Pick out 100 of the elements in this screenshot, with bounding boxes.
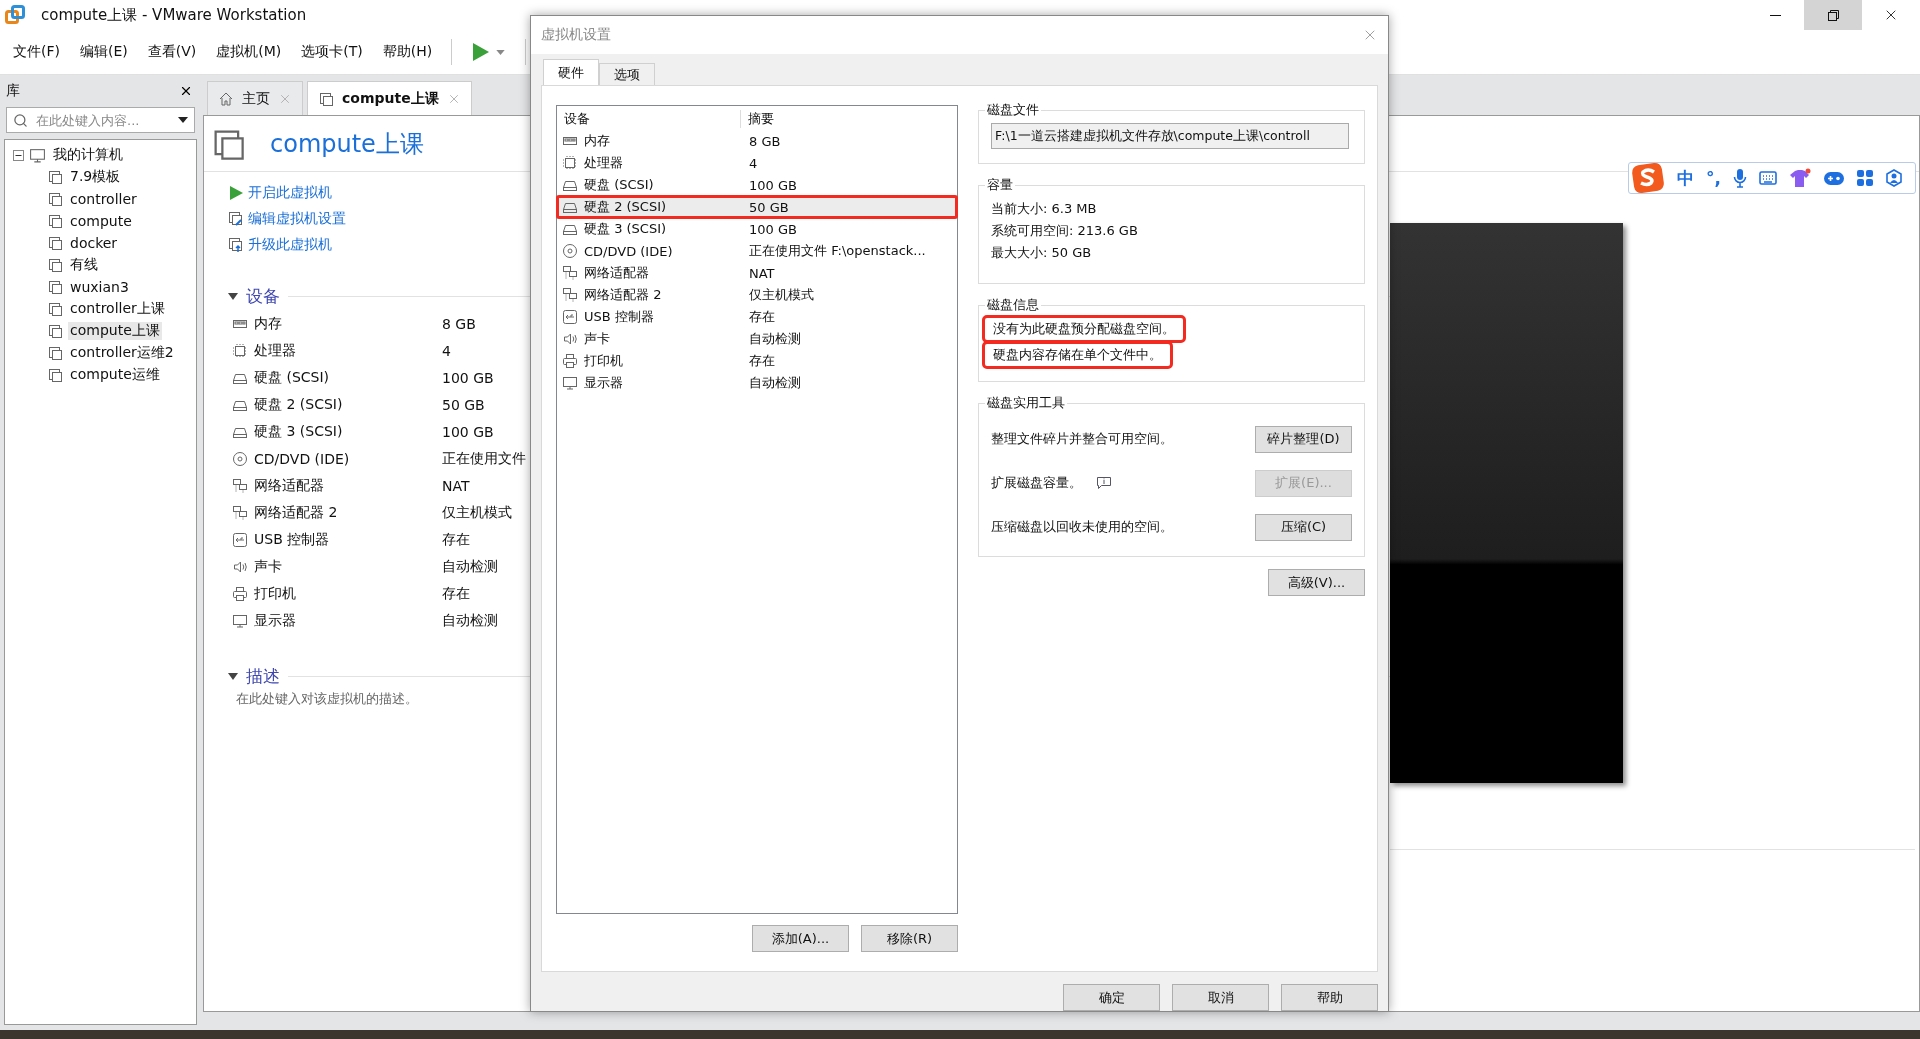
network-icon bbox=[232, 504, 248, 521]
collapse-icon[interactable] bbox=[228, 672, 238, 680]
menu-item[interactable]: 帮助(H) bbox=[381, 41, 434, 63]
utility-text: 整理文件碎片并整合可用空间。 bbox=[991, 430, 1173, 448]
menu-item[interactable]: 文件(F) bbox=[12, 41, 61, 63]
tab[interactable]: 主页 bbox=[207, 81, 303, 115]
vm-name: compute上课 bbox=[270, 128, 424, 160]
utility-button[interactable]: 压缩(C) bbox=[1255, 513, 1352, 541]
column-header[interactable]: 设备 bbox=[557, 110, 740, 128]
speaker-icon bbox=[562, 331, 578, 347]
menu-item[interactable]: 虚拟机(M) bbox=[215, 41, 283, 63]
tree-item[interactable]: controller bbox=[68, 191, 139, 207]
tab[interactable]: compute上课 bbox=[307, 81, 472, 115]
tab[interactable]: 硬件 bbox=[543, 59, 599, 85]
tree-item[interactable]: wuxian3 bbox=[68, 279, 131, 295]
path-field[interactable]: F:\1一道云搭建虚拟机文件存放\compute上课\controll bbox=[991, 123, 1349, 149]
device-summary: 仅主机模式 bbox=[442, 503, 512, 522]
shirt-icon[interactable] bbox=[1788, 168, 1811, 188]
device-name: 显示器 bbox=[254, 611, 296, 630]
ime-toggle[interactable]: 中 bbox=[1677, 166, 1694, 190]
device-row[interactable]: 内存 8 GB bbox=[557, 130, 957, 152]
info-line: 没有为此硬盘预分配磁盘空间。 bbox=[985, 318, 1183, 340]
column-header[interactable]: 摘要 bbox=[741, 110, 957, 128]
vm-icon bbox=[47, 279, 63, 295]
collapse-icon[interactable] bbox=[13, 149, 24, 161]
device-summary: 自动检测 bbox=[442, 557, 498, 576]
tree-item[interactable]: 7.9模板 bbox=[68, 168, 123, 186]
tree-item[interactable]: 有线 bbox=[68, 256, 100, 274]
action-link[interactable]: 升级此虚拟机 bbox=[248, 236, 332, 254]
utility-text: 扩展磁盘容量。 bbox=[991, 474, 1082, 492]
vm-icon bbox=[47, 213, 63, 229]
device-row[interactable]: 声卡 自动检测 bbox=[557, 328, 957, 350]
menu-item[interactable]: 查看(V) bbox=[146, 41, 198, 63]
dialog-button[interactable]: 帮助 bbox=[1281, 984, 1378, 1011]
device-name: 声卡 bbox=[254, 557, 282, 576]
device-summary: 自动检测 bbox=[442, 611, 498, 630]
device-name: 内存 bbox=[254, 314, 282, 333]
device-name: 网络适配器 bbox=[254, 476, 324, 495]
device-row[interactable]: 打印机 存在 bbox=[557, 350, 957, 372]
microphone-icon[interactable] bbox=[1732, 168, 1747, 188]
disc-icon bbox=[562, 243, 578, 259]
device-row[interactable]: 显示器 自动检测 bbox=[557, 372, 957, 394]
dropdown-caret-icon bbox=[178, 117, 188, 123]
tree-item[interactable]: compute bbox=[68, 213, 134, 229]
device-name: 硬盘 (SCSI) bbox=[254, 368, 330, 387]
device-row[interactable]: 硬盘 (SCSI) 100 GB bbox=[557, 174, 957, 196]
tab[interactable]: 选项 bbox=[599, 63, 655, 85]
device-name: CD/DVD (IDE) bbox=[254, 450, 350, 467]
ime-toggle[interactable]: °, bbox=[1706, 168, 1721, 188]
menu-item[interactable]: 选项卡(T) bbox=[300, 41, 364, 63]
tree-item[interactable]: controller上课 bbox=[68, 300, 167, 318]
device-row[interactable]: 网络适配器 NAT bbox=[557, 262, 957, 284]
tree-item[interactable]: compute运维 bbox=[68, 366, 162, 384]
capacity-line: 当前大小: 6.3 MB bbox=[991, 200, 1098, 218]
device-row[interactable]: 处理器 4 bbox=[557, 152, 957, 174]
action-link[interactable]: 编辑虚拟机设置 bbox=[248, 210, 346, 228]
upgrade-icon bbox=[228, 237, 244, 253]
keyboard-icon[interactable] bbox=[1758, 171, 1777, 185]
device-name: 处理器 bbox=[254, 341, 296, 360]
vm-icon bbox=[47, 367, 63, 383]
tree-item[interactable]: docker bbox=[68, 235, 120, 251]
device-row[interactable]: CD/DVD (IDE) 正在使用文件 F:\openstack... bbox=[557, 240, 957, 262]
grid-icon[interactable] bbox=[1856, 170, 1873, 186]
device-summary: 存在 bbox=[442, 530, 470, 549]
computer-icon bbox=[29, 146, 46, 164]
device-row[interactable]: 网络适配器 2 仅主机模式 bbox=[557, 284, 957, 306]
group-title: 容量 bbox=[986, 176, 1014, 194]
search-box[interactable]: 在此处键入内容... bbox=[6, 107, 195, 133]
ime-logo-icon[interactable] bbox=[1631, 161, 1665, 195]
device-name: USB 控制器 bbox=[254, 530, 330, 549]
utility-button[interactable]: 碎片整理(D) bbox=[1255, 425, 1352, 453]
device-row[interactable]: 硬盘 3 (SCSI) 100 GB bbox=[557, 218, 957, 240]
vm-icon bbox=[47, 235, 63, 251]
action-link[interactable]: 开启此虚拟机 bbox=[248, 184, 332, 202]
play-icon bbox=[228, 185, 244, 201]
vm-icon bbox=[47, 301, 63, 317]
tree-item[interactable]: controller运维2 bbox=[68, 344, 176, 362]
info-line: 硬盘内容存储在单个文件中。 bbox=[985, 344, 1170, 366]
usb-icon bbox=[562, 309, 578, 325]
search-icon bbox=[13, 112, 28, 128]
list-button[interactable]: 添加(A)... bbox=[752, 925, 849, 952]
collapse-icon[interactable] bbox=[228, 292, 238, 300]
capacity-line: 最大大小: 50 GB bbox=[991, 244, 1093, 262]
processor-icon bbox=[232, 342, 248, 359]
monitor-icon bbox=[232, 612, 248, 629]
advanced-button[interactable]: 高级(V)... bbox=[1268, 569, 1365, 596]
figure-icon[interactable] bbox=[1884, 169, 1903, 187]
restore-button[interactable] bbox=[1804, 0, 1862, 30]
tree-item[interactable]: compute上课 bbox=[68, 322, 162, 340]
close-icon[interactable] bbox=[179, 84, 193, 98]
device-row[interactable]: 硬盘 2 (SCSI) 50 GB bbox=[557, 196, 957, 218]
list-button[interactable]: 移除(R) bbox=[861, 925, 958, 952]
dialog-button[interactable]: 取消 bbox=[1172, 984, 1269, 1011]
tree-item[interactable]: 我的计算机 bbox=[51, 146, 125, 164]
section-title: 描述 bbox=[246, 664, 280, 688]
gamepad-icon[interactable] bbox=[1822, 170, 1845, 186]
dialog-button[interactable]: 确定 bbox=[1063, 984, 1160, 1011]
menu-item[interactable]: 编辑(E) bbox=[79, 41, 129, 63]
device-row[interactable]: USB 控制器 存在 bbox=[557, 306, 957, 328]
search-input[interactable]: 在此处键入内容... bbox=[34, 111, 172, 129]
